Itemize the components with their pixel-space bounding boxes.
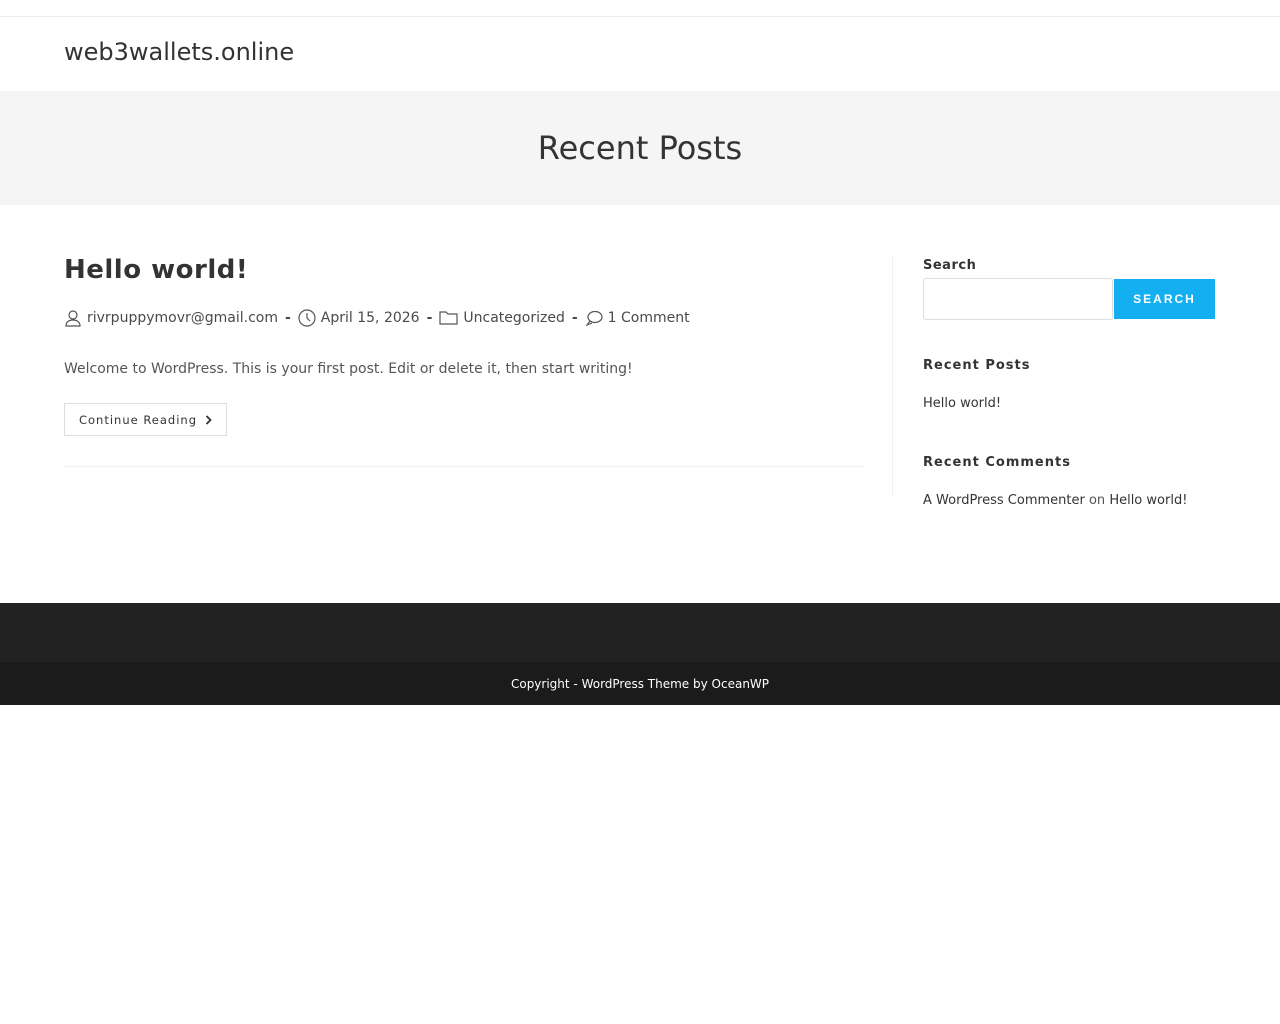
recent-comment-item: A WordPress Commenter on Hello world! [923, 493, 1187, 508]
recent-posts-heading: Recent Posts [923, 358, 1031, 373]
user-icon [65, 310, 81, 327]
footer-bottom: Copyright - WordPress Theme by OceanWP [0, 662, 1280, 705]
post-divider [64, 466, 864, 467]
continue-reading-label: Continue Reading [78, 412, 198, 427]
meta-separator: - [426, 310, 433, 326]
comment-author-link[interactable]: A WordPress Commenter [923, 493, 1085, 508]
meta-separator: - [284, 310, 291, 326]
comment-on-text: on [1088, 493, 1106, 508]
footer-widgets [0, 603, 1280, 662]
folder-icon [439, 311, 459, 325]
chevron-right-icon [205, 414, 212, 425]
site-title-link[interactable]: web3wallets.online [64, 38, 294, 66]
post-category-link[interactable]: Uncategorized [463, 310, 564, 326]
search-widget-heading: Search [923, 258, 977, 273]
post-excerpt: Welcome to WordPress. This is your first… [64, 361, 633, 377]
comment-post-link[interactable]: Hello world! [1109, 493, 1187, 508]
meta-separator: - [571, 310, 578, 326]
comment-icon [585, 310, 603, 326]
post-date: April 15, 2026 [320, 310, 420, 326]
copyright-text: Copyright - WordPress Theme by OceanWP [510, 676, 770, 691]
search-button[interactable]: SEARCH [1114, 279, 1215, 319]
post-author-link[interactable]: rivrpuppymovr@gmail.com [87, 310, 278, 326]
continue-reading-button[interactable]: Continue Reading [64, 403, 227, 436]
sidebar-divider [892, 256, 893, 496]
recent-comments-heading: Recent Comments [923, 455, 1071, 470]
post-meta: rivrpuppymovr@gmail.com - April 15, 2026… [64, 309, 690, 327]
search-input[interactable] [923, 278, 1113, 320]
post-title-link[interactable]: Hello world! [64, 255, 248, 285]
page-header: Recent Posts [0, 91, 1280, 205]
top-bar-border [0, 16, 1280, 17]
page-title: Recent Posts [537, 129, 743, 167]
recent-post-link[interactable]: Hello world! [923, 396, 1001, 411]
clock-icon [298, 309, 316, 327]
post-comments-link[interactable]: 1 Comment [608, 310, 690, 326]
